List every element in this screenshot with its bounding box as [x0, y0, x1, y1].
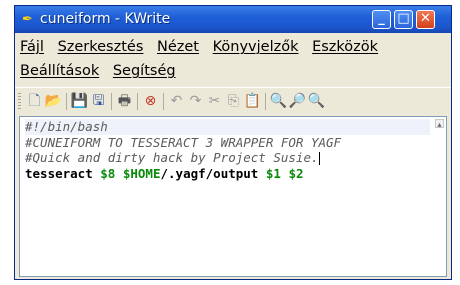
title-bar[interactable]: ✒ cuneiform - KWrite _ □ ✕: [15, 6, 451, 33]
kwrite-app-icon[interactable]: ✒: [22, 12, 33, 27]
menu-view[interactable]: Nézet: [157, 39, 199, 55]
kwrite-window: ✒ cuneiform - KWrite _ □ ✕ Fájl Szerkesz…: [14, 5, 452, 280]
paste-icon[interactable]: 📋: [243, 92, 262, 111]
main-toolbar: 🗋 📂 💾 🖫 🖶 ⊗ ↶ ↷ ✂ ⎘ 📋 🔍 🔎 🔍: [15, 87, 451, 115]
code-line-4-var-1: $1: [265, 165, 281, 181]
maximize-button[interactable]: □: [394, 10, 413, 29]
code-line-3: #Quick and dirty hack by Project Susie.: [25, 150, 319, 165]
open-folder-icon[interactable]: 📂: [44, 92, 63, 111]
toolbar-separator: [163, 93, 164, 110]
code-view[interactable]: #!/bin/bash #CUNEIFORM TO TESSERACT 3 WRA…: [25, 119, 430, 181]
redo-icon[interactable]: ↷: [186, 92, 205, 111]
window-title: cuneiform - KWrite: [40, 11, 171, 27]
cut-icon[interactable]: ✂: [205, 92, 224, 111]
menu-file[interactable]: Fájl: [20, 39, 44, 55]
toolbar-separator: [137, 93, 138, 110]
save-icon[interactable]: 💾: [70, 92, 89, 111]
code-line-4-var-home: $HOME: [122, 165, 161, 181]
code-line-4-space: [115, 166, 123, 181]
menu-bookmarks[interactable]: Könyvjelzők: [213, 39, 299, 55]
vertical-scrollbar[interactable]: ▴: [435, 119, 444, 274]
find-prev-icon[interactable]: 🔍: [307, 92, 326, 111]
code-line-2: #CUNEIFORM TO TESSERACT 3 WRAPPER FOR YA…: [25, 134, 342, 150]
code-line-4-path: /.yagf/output: [160, 165, 266, 181]
find-icon[interactable]: 🔍: [269, 92, 288, 111]
menu-settings[interactable]: Beállítások: [20, 63, 99, 79]
menu-help[interactable]: Segítség: [113, 63, 176, 79]
save-as-icon[interactable]: 🖫: [89, 92, 108, 111]
toolbar-separator: [265, 93, 266, 110]
undo-icon[interactable]: ↶: [167, 92, 186, 111]
minimize-button[interactable]: _: [372, 10, 391, 29]
toolbar-separator: [66, 93, 67, 110]
menu-bar: Fájl Szerkesztés Nézet Könyvjelzők Eszkö…: [15, 33, 451, 85]
toolbar-grip-handle[interactable]: [18, 93, 21, 110]
find-next-icon[interactable]: 🔎: [288, 92, 307, 111]
menu-tools[interactable]: Eszközök: [312, 39, 378, 55]
scroll-up-arrow-icon[interactable]: ▴: [435, 119, 444, 129]
print-icon[interactable]: 🖶: [115, 92, 134, 111]
close-doc-icon[interactable]: ⊗: [141, 92, 160, 111]
menu-edit[interactable]: Szerkesztés: [58, 39, 144, 55]
copy-icon[interactable]: ⎘: [224, 92, 243, 111]
editor-area[interactable]: #!/bin/bash #CUNEIFORM TO TESSERACT 3 WRA…: [19, 116, 447, 277]
code-line-4-command: tesseract: [25, 165, 101, 181]
code-line-4-var-8: $8: [100, 165, 116, 181]
menu-row-1: Fájl Szerkesztés Nézet Könyvjelzők Eszkö…: [20, 39, 387, 55]
new-file-icon[interactable]: 🗋: [25, 92, 44, 111]
close-button[interactable]: ✕: [416, 10, 435, 29]
code-line-4-var-2: $2: [288, 165, 304, 181]
code-line-1: #!/bin/bash: [25, 119, 430, 135]
text-caret: [318, 152, 320, 165]
menu-row-2: Beállítások Segítség: [20, 63, 185, 79]
toolbar-separator: [111, 93, 112, 110]
